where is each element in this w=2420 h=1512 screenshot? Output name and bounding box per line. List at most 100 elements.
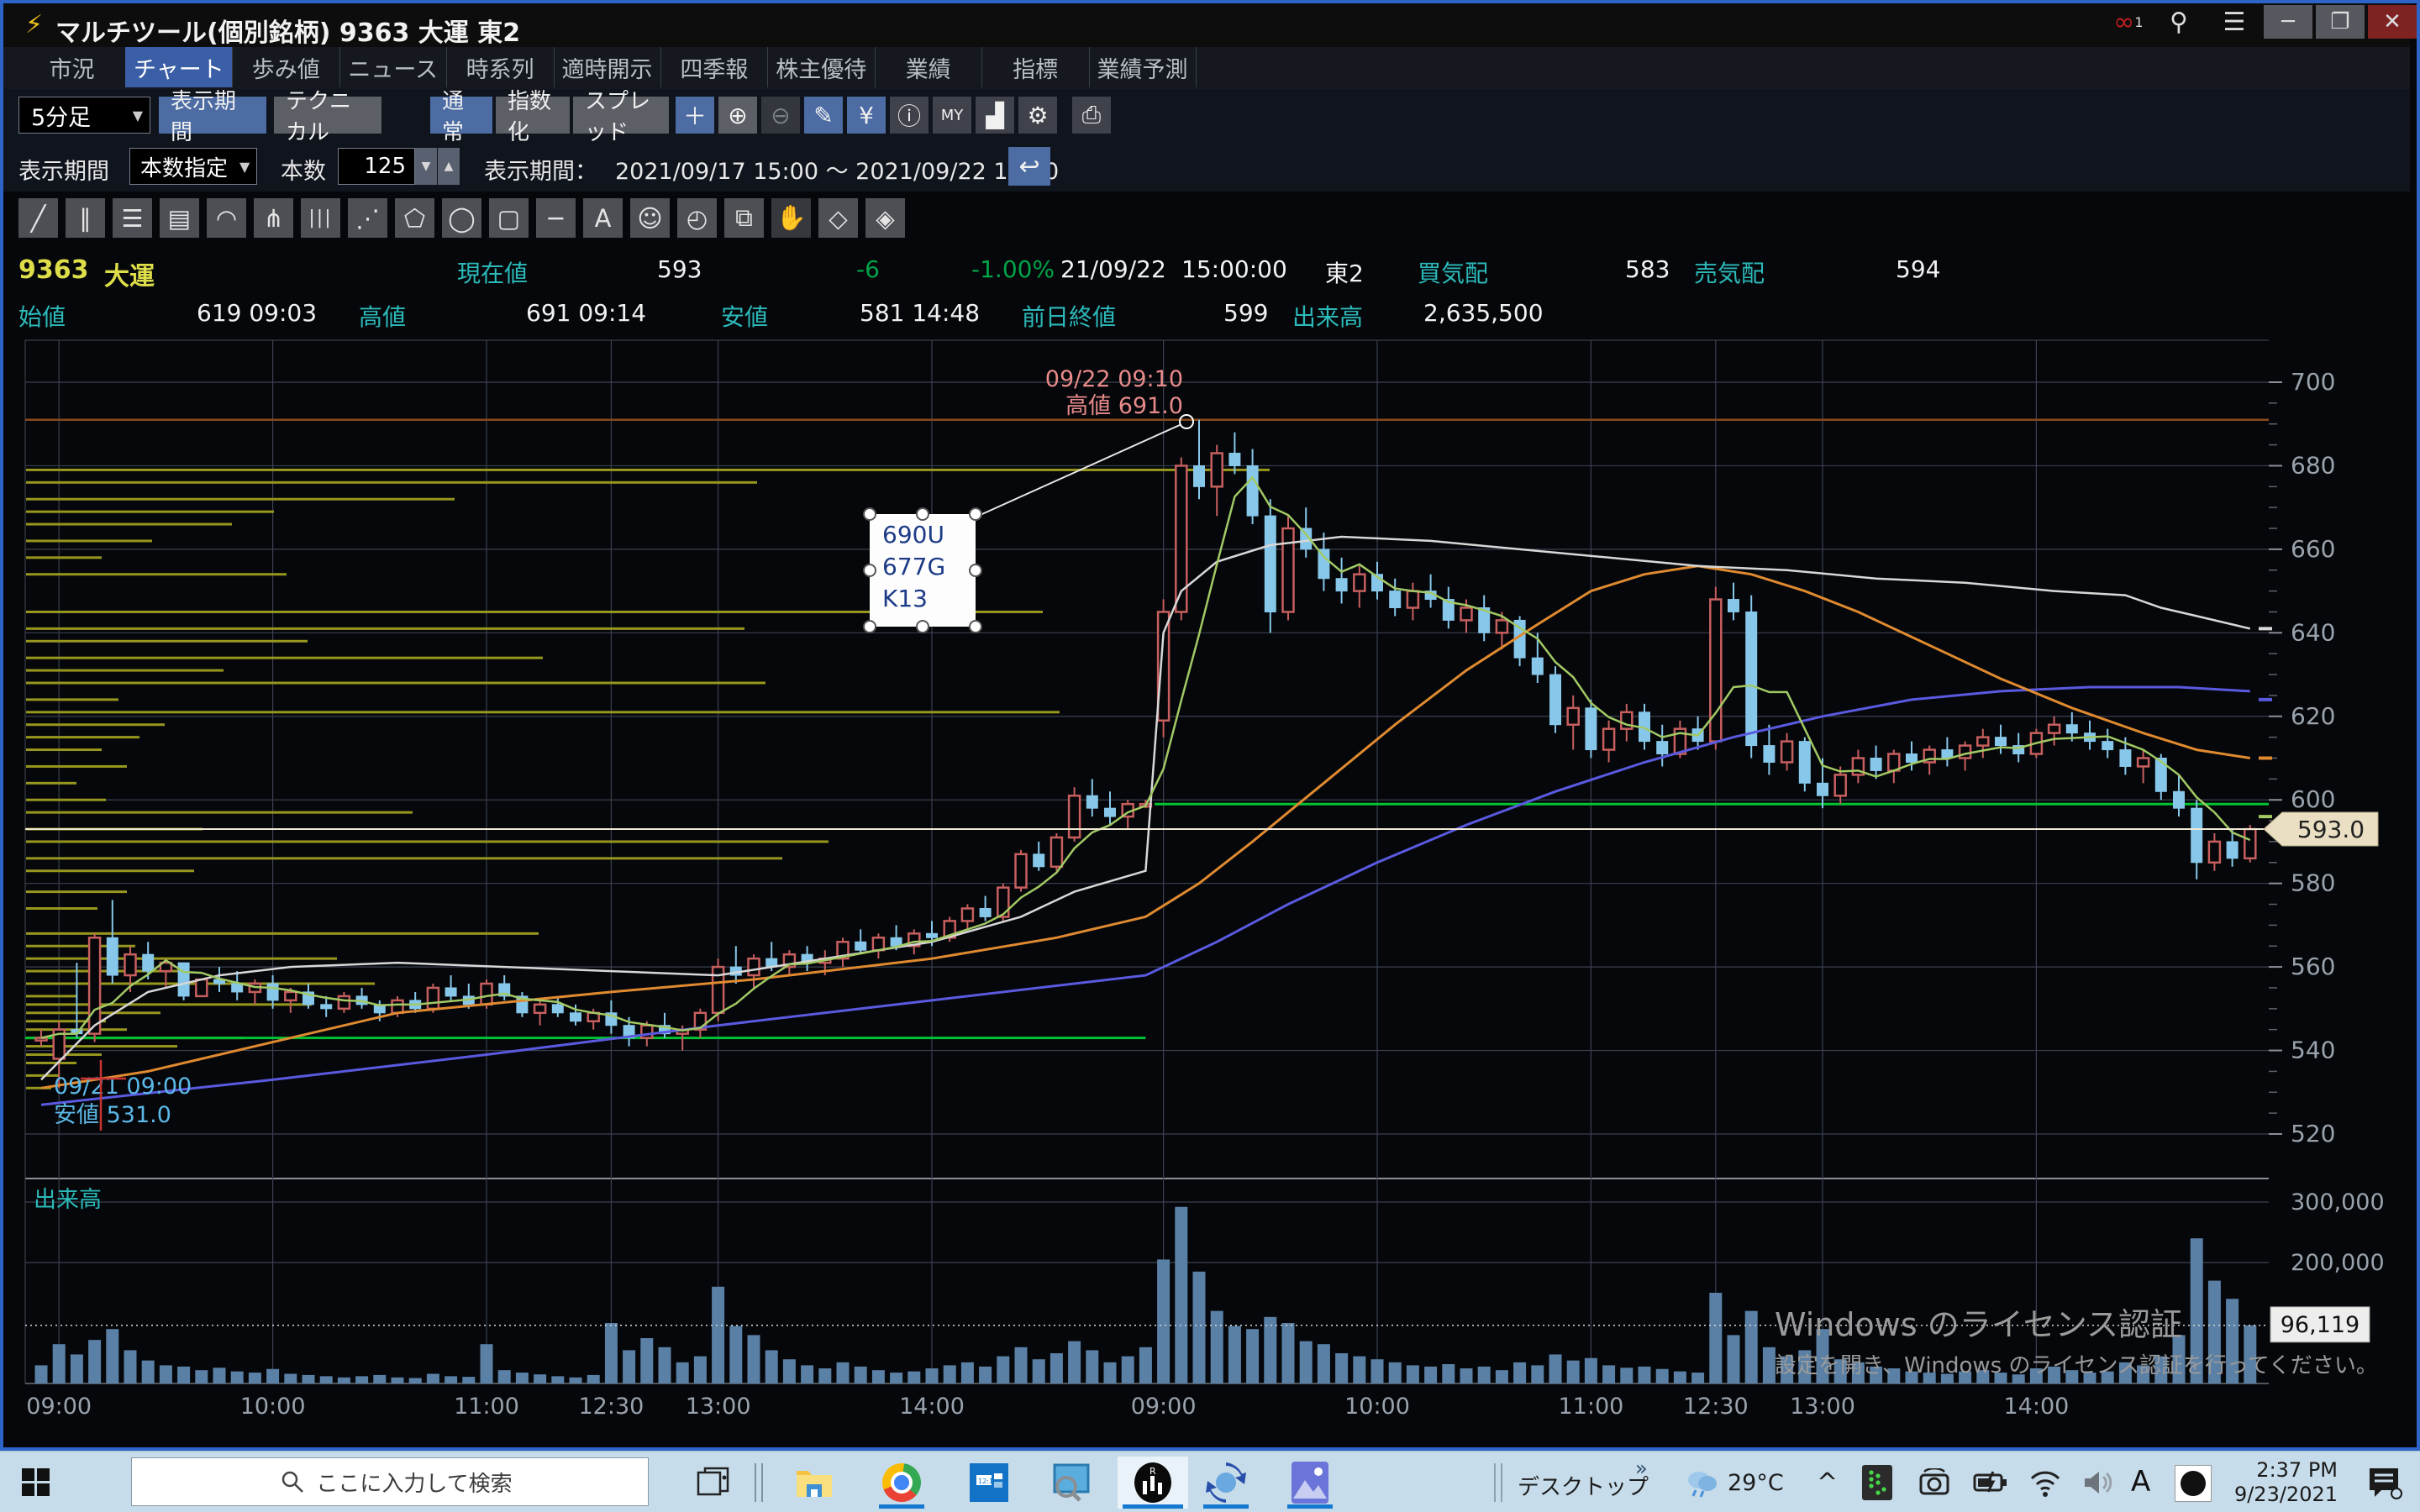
- tab-9[interactable]: 業績: [875, 47, 982, 87]
- fan-lines-icon[interactable]: ⋔: [254, 198, 293, 238]
- trading-app-icon[interactable]: R: [1118, 1457, 1188, 1509]
- vertical-lines-icon[interactable]: |||: [301, 198, 340, 238]
- sync-app-icon[interactable]: [1200, 1457, 1252, 1509]
- candle-body: [2244, 829, 2255, 858]
- print-icon[interactable]: ⎙: [1072, 97, 1111, 134]
- gann-lines-icon[interactable]: ⋰: [348, 198, 387, 238]
- snip-tool-icon[interactable]: [1045, 1457, 1097, 1509]
- ime-icon[interactable]: [2175, 1465, 2212, 1502]
- erase-all-icon[interactable]: ◈: [865, 198, 905, 238]
- minimize-icon[interactable]: ─: [2264, 5, 2312, 39]
- tab-10[interactable]: 指標: [982, 47, 1090, 87]
- toolbar-handle[interactable]: [1494, 1463, 1502, 1502]
- selection-handle[interactable]: [970, 564, 981, 576]
- tab-11[interactable]: 業績予測: [1089, 47, 1197, 87]
- text-tool-icon[interactable]: A: [583, 198, 623, 238]
- selection-handle[interactable]: [917, 621, 929, 633]
- store-app-icon[interactable]: 12:10: [963, 1457, 1015, 1509]
- restore-icon[interactable]: ❐: [2316, 5, 2365, 39]
- tray-caret-icon[interactable]: ^: [1817, 1468, 1838, 1498]
- toolbar-button[interactable]: 通常: [430, 97, 492, 134]
- task-view-button[interactable]: [687, 1457, 739, 1509]
- wrench-icon[interactable]: ⚙: [1018, 97, 1057, 134]
- reload-button[interactable]: ↩: [1008, 147, 1050, 186]
- horizontal-lines-icon[interactable]: ☰: [113, 198, 152, 238]
- rectangle-icon[interactable]: ▢: [489, 198, 529, 238]
- chrome-icon[interactable]: [876, 1457, 928, 1509]
- volume-bar: [872, 1370, 885, 1383]
- clock-stamp-icon[interactable]: ◴: [677, 198, 717, 238]
- ime-mode-letter[interactable]: A: [2131, 1465, 2150, 1499]
- wifi-tray-icon[interactable]: [2028, 1468, 2062, 1497]
- tab-8[interactable]: 株主優待: [768, 47, 876, 87]
- icon-stamp-icon[interactable]: ☺: [630, 198, 670, 238]
- notification-center-icon[interactable]: [2366, 1465, 2403, 1500]
- tab-2[interactable]: チャート: [125, 47, 233, 87]
- annotation-textbox[interactable]: 690U677GK13: [864, 508, 981, 633]
- horizontal-segment-icon[interactable]: ─: [536, 198, 576, 238]
- fibonacci-arc-icon[interactable]: ◠: [207, 198, 246, 238]
- tab-4[interactable]: ニュース: [339, 47, 447, 87]
- desktop-toolbar-label[interactable]: デスクトップ: [1518, 1470, 1649, 1501]
- close-icon[interactable]: ✕: [2368, 5, 2417, 39]
- toolbar-button[interactable]: テクニカル: [274, 97, 381, 134]
- timeframe-select[interactable]: 5分足▼: [18, 97, 150, 134]
- trendline-icon[interactable]: ╱: [18, 198, 58, 238]
- copy-icon[interactable]: ⧉: [724, 198, 764, 238]
- taskbar-search-input[interactable]: ここに入力して検索: [131, 1457, 649, 1506]
- selection-handle[interactable]: [864, 621, 876, 633]
- yen-icon[interactable]: ¥: [847, 97, 886, 134]
- chevron-expand-icon[interactable]: »: [1635, 1457, 1648, 1480]
- taskbar-clock[interactable]: 2:37 PM 9/23/2021: [2228, 1458, 2338, 1507]
- ellipse-icon[interactable]: ◯: [442, 198, 481, 238]
- file-explorer-icon[interactable]: [788, 1457, 840, 1509]
- selection-handle[interactable]: [970, 621, 981, 633]
- high-point-marker: [1180, 415, 1193, 428]
- search-icon[interactable]: ⚲: [2154, 5, 2203, 39]
- pencil-icon[interactable]: ✎: [804, 97, 843, 134]
- tab-7[interactable]: 四季報: [660, 47, 768, 87]
- license-watermark-body: 設定を開き、Windows のライセンス認証を行ってください。: [1775, 1353, 2378, 1378]
- toolbar-button[interactable]: スプレッド: [573, 97, 669, 134]
- weather-icon[interactable]: [1684, 1465, 1719, 1499]
- application-window: ⚡ マルチツール(個別銘柄) 9363 大運 東2 ∞1 ⚲ ☰ ─ ❐ ✕ 市…: [0, 0, 2420, 1512]
- selection-handle[interactable]: [917, 508, 929, 520]
- count-increment-button[interactable]: ▲: [438, 148, 460, 185]
- volume-bar: [587, 1375, 600, 1383]
- candlestick-chart[interactable]: 09:0010:0011:0012:3013:0014:0009:0010:00…: [0, 334, 2420, 1443]
- parallel-line-icon[interactable]: ∥: [66, 198, 105, 238]
- price-lines-icon[interactable]: ▤: [160, 198, 199, 238]
- zoom-in-icon[interactable]: ⊕: [718, 97, 757, 134]
- selection-handle[interactable]: [864, 564, 876, 576]
- link-icon[interactable]: ∞1: [2104, 5, 2153, 39]
- eraser-icon[interactable]: ◇: [818, 198, 858, 238]
- titlebar[interactable]: ⚡ マルチツール(個別銘柄) 9363 大運 東2 ∞1 ⚲ ☰ ─ ❐ ✕: [3, 3, 2410, 47]
- led-status-icon[interactable]: [1862, 1465, 1892, 1500]
- bar-count-input[interactable]: 125: [338, 148, 415, 185]
- zoom-out-icon[interactable]: ⊖: [761, 97, 800, 134]
- period-mode-select[interactable]: 本数指定▼: [129, 148, 257, 185]
- pentagon-icon[interactable]: ⬠: [395, 198, 434, 238]
- chart-area[interactable]: 09:0010:0011:0012:3013:0014:0009:0010:00…: [0, 334, 2420, 1443]
- temperature-label[interactable]: 29°C: [1728, 1470, 1784, 1496]
- battery-tray-icon[interactable]: [1973, 1470, 2008, 1495]
- toolbar-button[interactable]: 指数化: [496, 97, 570, 134]
- camera-tray-icon[interactable]: [1918, 1468, 1951, 1499]
- tab-3[interactable]: 歩み値: [233, 47, 340, 87]
- info-icon[interactable]: ⓘ: [890, 97, 929, 134]
- count-decrement-button[interactable]: ▼: [415, 148, 437, 185]
- start-button[interactable]: [20, 1467, 52, 1499]
- tab-1[interactable]: 市況: [18, 47, 126, 87]
- area-chart-icon[interactable]: ▟: [976, 97, 1014, 134]
- photos-app-icon[interactable]: [1284, 1457, 1336, 1509]
- selection-handle[interactable]: [864, 508, 876, 520]
- tab-6[interactable]: 適時開示: [554, 47, 661, 87]
- my-indicator-icon[interactable]: MY: [933, 97, 971, 134]
- menu-icon[interactable]: ☰: [2210, 5, 2259, 39]
- toolbar-button[interactable]: 表示期間: [159, 97, 266, 134]
- selection-handle[interactable]: [970, 508, 981, 520]
- crosshair-icon[interactable]: ＋: [676, 97, 714, 134]
- volume-tray-icon[interactable]: [2082, 1468, 2118, 1497]
- tab-5[interactable]: 時系列: [447, 47, 555, 87]
- hand-icon[interactable]: ✋: [771, 198, 811, 238]
